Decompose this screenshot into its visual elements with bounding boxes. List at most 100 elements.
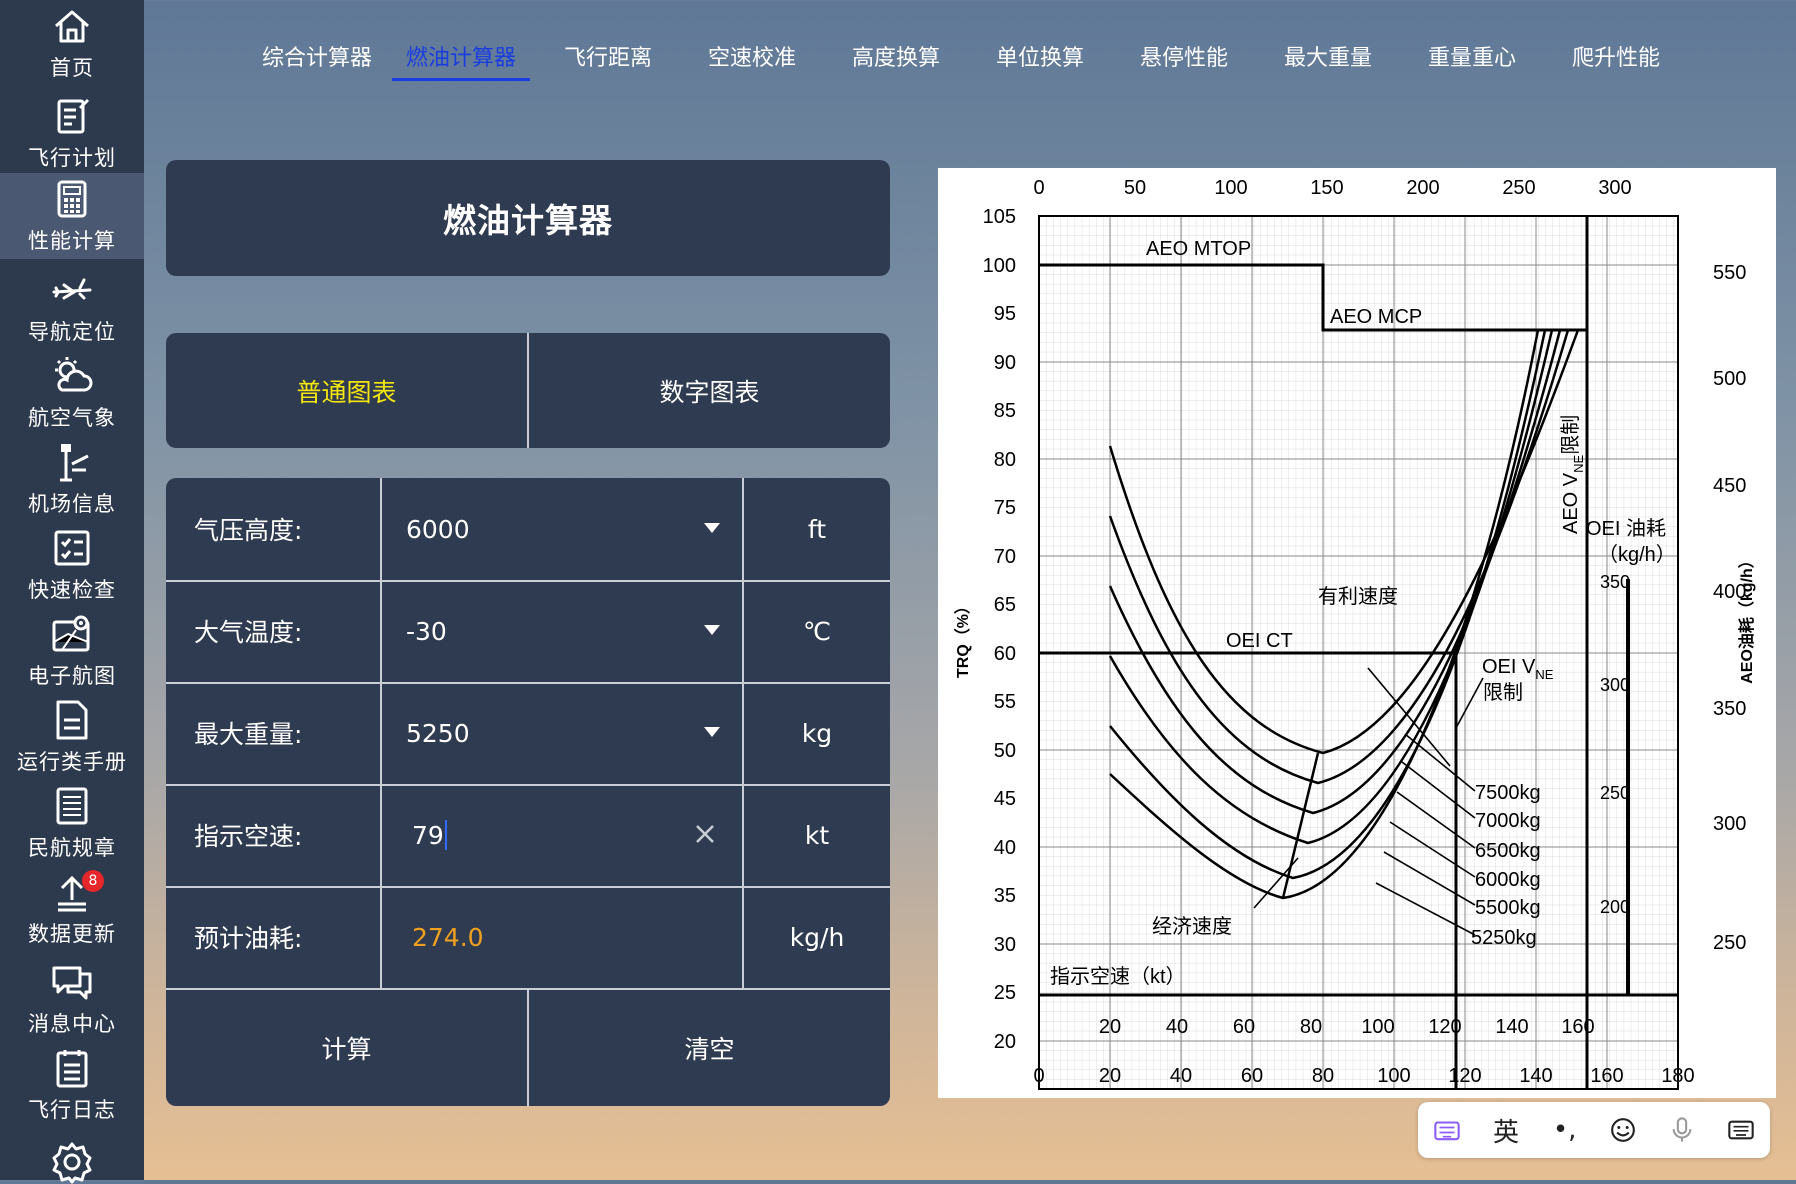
sidebar-item-home[interactable]: 首页: [0, 0, 144, 86]
ime-language-toggle[interactable]: 英: [1486, 1110, 1526, 1150]
temperature-unit: ℃: [802, 616, 832, 646]
oei-tick-label: 250: [1600, 783, 1630, 803]
sidebar-item-label: 消息中心: [28, 1012, 116, 1036]
sidebar-item-label: 电子航图: [28, 664, 116, 688]
tab-flight-distance[interactable]: 飞行距离: [564, 34, 652, 72]
left-tick-label: 60: [994, 643, 1016, 665]
indicated-airspeed-label: 指示空速:: [166, 784, 382, 886]
microphone-icon[interactable]: [1662, 1110, 1702, 1150]
temperature-select[interactable]: -30: [382, 580, 744, 682]
logbook-icon: [56, 1050, 88, 1088]
sidebar-item-chart[interactable]: 电子航图: [0, 608, 144, 694]
map-icon: [52, 615, 90, 652]
sidebar-item-manual[interactable]: 运行类手册: [0, 694, 144, 780]
bottom-tick-label: 40: [1170, 1065, 1192, 1087]
tab-airspeed-calibration[interactable]: 空速校准: [708, 34, 796, 72]
tab-fuel-calculator[interactable]: 燃油计算器: [391, 34, 531, 81]
inner-tick-label: 20: [1099, 1016, 1121, 1038]
digital-chart-button[interactable]: 数字图表: [529, 333, 890, 448]
sidebar-item-label: 快速检查: [28, 578, 116, 602]
notification-badge: 8: [82, 870, 104, 892]
max-weight-row: 最大重量: 5250 kg: [166, 682, 890, 786]
pressure-altitude-select[interactable]: 6000: [382, 478, 744, 580]
tab-hover-performance[interactable]: 悬停性能: [1140, 34, 1228, 72]
ime-keyboard-icon[interactable]: [1427, 1110, 1467, 1150]
top-tick-label: 100: [1214, 177, 1247, 199]
sidebar-item-label: 首页: [50, 56, 94, 80]
max-weight-value: 5250: [406, 718, 470, 748]
oei-tick-label: 300: [1600, 675, 1630, 695]
sidebar-item-navigation[interactable]: 导航定位: [0, 264, 144, 350]
sidebar-item-performance[interactable]: 性能计算: [0, 173, 144, 259]
bottom-tick-label: 120: [1448, 1065, 1481, 1087]
oei-tick-label: 350: [1600, 572, 1630, 592]
indicated-airspeed-row: 指示空速: 79 kt: [166, 784, 890, 888]
gear-icon[interactable]: [50, 1140, 94, 1184]
pressure-altitude-value: 6000: [406, 514, 470, 544]
inner-tick-label: 40: [1166, 1016, 1188, 1038]
tab-general-calculator[interactable]: 综合计算器: [262, 34, 372, 72]
tab-climb-performance[interactable]: 爬升性能: [1572, 34, 1660, 72]
bottom-tick-label: 140: [1519, 1065, 1552, 1087]
tab-unit-conversion[interactable]: 单位换算: [996, 34, 1084, 72]
max-weight-unit: kg: [801, 718, 833, 748]
weight-label-7000kg: 7000kg: [1475, 810, 1541, 832]
checklist-icon: [54, 530, 90, 566]
sidebar-item-weather[interactable]: 航空气象: [0, 350, 144, 436]
sidebar-item-label: 航空气象: [28, 406, 116, 430]
action-button-row: 计算 清空: [166, 990, 890, 1106]
indicated-airspeed-input[interactable]: 79: [382, 784, 744, 886]
dropdown-arrow-icon[interactable]: [704, 523, 720, 533]
normal-chart-button[interactable]: 普通图表: [166, 333, 529, 448]
sidebar-item-label: 数据更新: [28, 922, 116, 946]
inner-tick-label: 80: [1300, 1016, 1322, 1038]
fuel-flow-label: 预计油耗:: [166, 886, 382, 988]
calculator-title-panel: 燃油计算器: [166, 160, 890, 276]
dropdown-arrow-icon[interactable]: [704, 625, 720, 635]
regulation-icon: [56, 787, 88, 825]
tab-altitude-conversion[interactable]: 高度换算: [852, 34, 940, 72]
keyboard-hide-icon[interactable]: [1721, 1110, 1761, 1150]
weight-label-5250kg: 5250kg: [1471, 927, 1537, 949]
indicated-airspeed-unit: kt: [804, 820, 830, 850]
calculator-icon: [57, 180, 87, 218]
ime-punctuation-toggle[interactable]: •,: [1545, 1110, 1585, 1150]
tab-weight-balance[interactable]: 重量重心: [1428, 34, 1516, 72]
clear-button[interactable]: 清空: [529, 990, 890, 1106]
dropdown-arrow-icon[interactable]: [704, 727, 720, 737]
sidebar: 首页 飞行计划 性能计算 导航定位 航空气象 机场信息 快速检查 电子航图 运行…: [0, 0, 144, 1184]
tab-max-weight[interactable]: 最大重量: [1284, 34, 1372, 72]
sidebar-item-data-update[interactable]: 8 数据更新: [0, 866, 144, 952]
airspeed-axis-title: 指示空速（kt）: [1050, 965, 1186, 988]
economic-speed-label: 经济速度: [1152, 915, 1232, 938]
left-tick-label: 90: [994, 352, 1016, 374]
sidebar-item-messages[interactable]: 消息中心: [0, 956, 144, 1042]
pressure-altitude-row: 气压高度: 6000 ft: [166, 478, 890, 582]
sidebar-item-quick-check[interactable]: 快速检查: [0, 522, 144, 608]
top-tick-label: 250: [1502, 177, 1535, 199]
weight-label-6000kg: 6000kg: [1475, 869, 1541, 891]
ime-toolbar: 英 •,: [1418, 1102, 1770, 1158]
sidebar-item-flight-plan[interactable]: 飞行计划: [0, 90, 144, 176]
inner-tick-label: 160: [1561, 1016, 1594, 1038]
right-tick-label: 350: [1713, 698, 1746, 720]
clear-input-icon[interactable]: [690, 819, 720, 849]
bottom-tick-label: 60: [1241, 1065, 1263, 1087]
sidebar-item-airport[interactable]: 机场信息: [0, 436, 144, 522]
fuel-calculator-form: 气压高度: 6000 ft 大气温度: -30 ℃ 最大重量: 5250 kg …: [166, 478, 890, 1106]
text-cursor: [444, 820, 447, 850]
manual-icon: [56, 700, 88, 740]
max-weight-select[interactable]: 5250: [382, 682, 744, 784]
calculate-button[interactable]: 计算: [166, 990, 529, 1106]
weight-label-7500kg: 7500kg: [1475, 782, 1541, 804]
sidebar-item-label: 飞行日志: [28, 1098, 116, 1122]
left-tick-label: 75: [994, 497, 1016, 519]
chart-type-toggle: 普通图表 数字图表: [166, 333, 890, 448]
sidebar-item-label: 飞行计划: [28, 146, 116, 170]
left-tick-label: 100: [983, 255, 1016, 277]
emoji-icon[interactable]: [1603, 1110, 1643, 1150]
sidebar-item-logbook[interactable]: 飞行日志: [0, 1042, 144, 1128]
y-axis-title: TRQ（%）: [954, 598, 972, 678]
page-title: 燃油计算器: [443, 201, 613, 240]
sidebar-item-regulations[interactable]: 民航规章: [0, 780, 144, 866]
